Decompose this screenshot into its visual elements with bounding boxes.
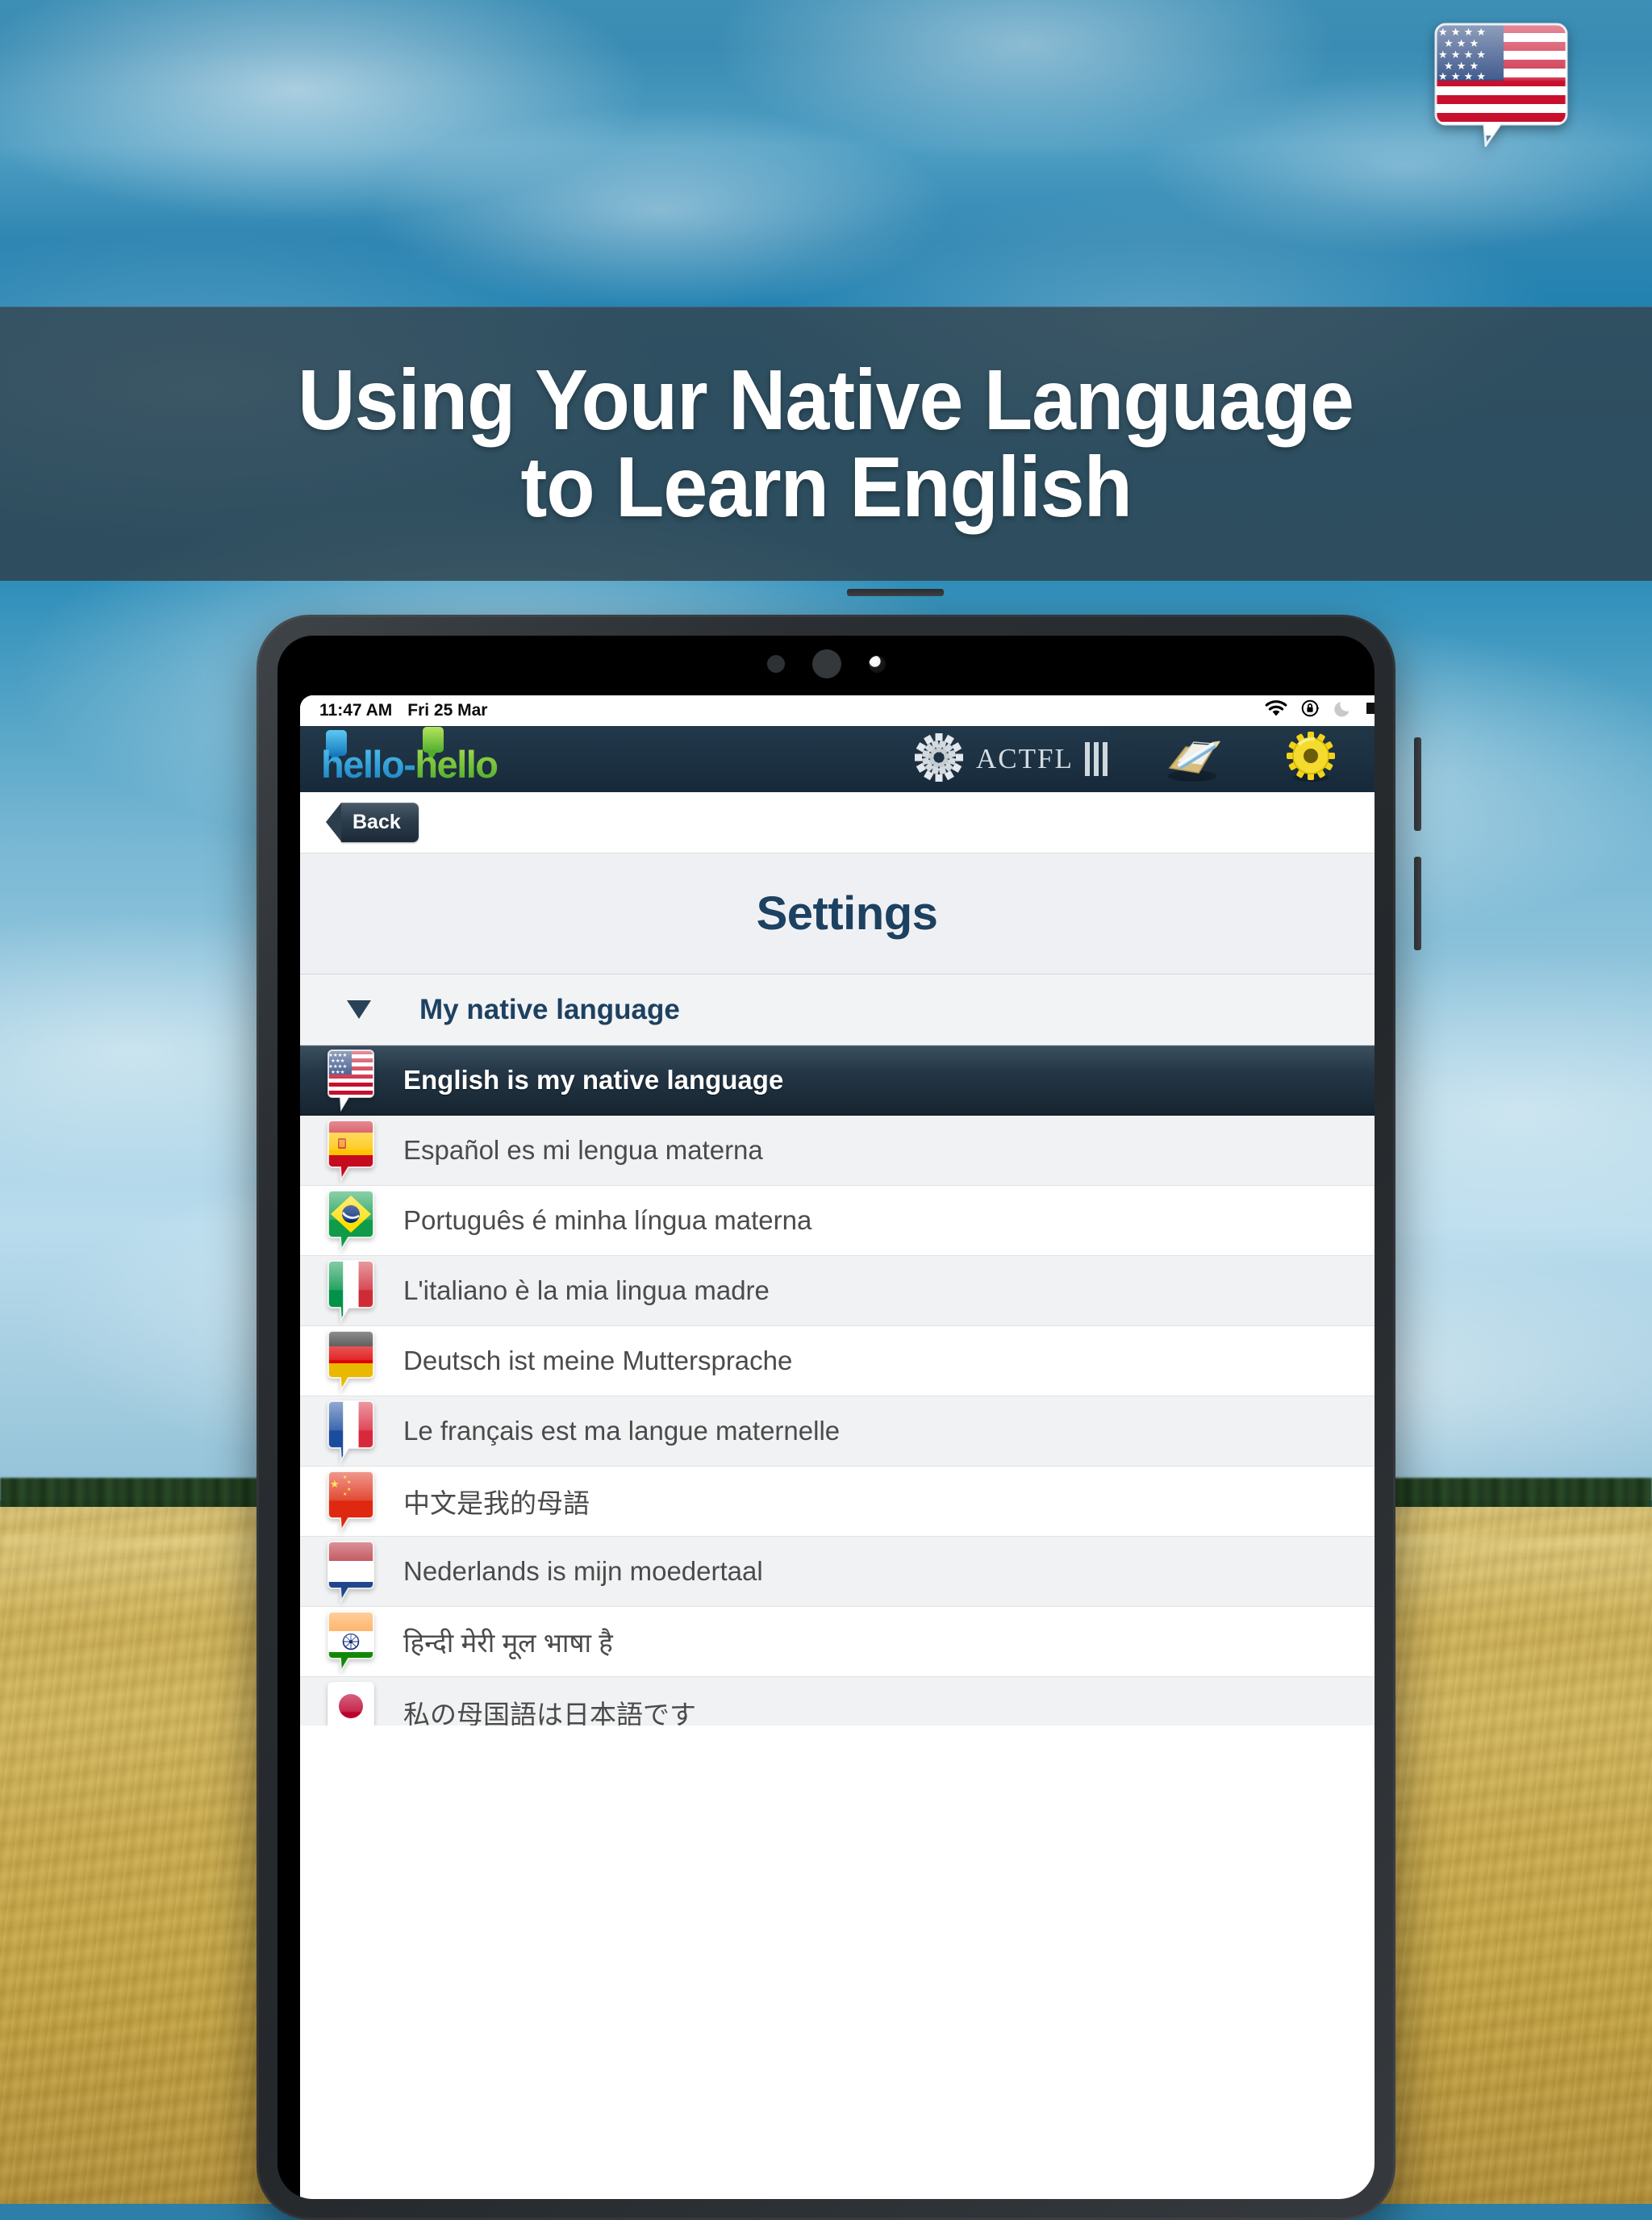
language-row[interactable]: Deutsch ist meine Muttersprache xyxy=(300,1326,1375,1396)
language-row[interactable]: Español es mi lengua materna xyxy=(300,1116,1375,1186)
front-camera xyxy=(868,655,886,673)
language-row[interactable]: L'italiano è la mia lingua madre xyxy=(300,1256,1375,1326)
tablet-screen: 11:47 AM Fri 25 Mar hello - hello ACTFL … xyxy=(300,695,1375,2199)
china-flag-pin-icon: ★★★★★ xyxy=(324,1470,378,1533)
language-row[interactable]: ★★★★★ 中文是我的母語 xyxy=(300,1467,1375,1537)
back-toolbar: Back xyxy=(300,792,1375,853)
us-flag-pin-icon: ★★★★★★★★★★★★★★ xyxy=(324,1049,378,1112)
ambient-light-sensor xyxy=(811,649,841,678)
tablet-bezel: 11:47 AM Fri 25 Mar hello - hello ACTFL … xyxy=(277,636,1375,2199)
promo-headline-banner: Using Your Native Language to Learn Engl… xyxy=(0,307,1652,581)
battery-icon xyxy=(1366,699,1375,722)
status-date: Fri 25 Mar xyxy=(407,701,488,720)
language-row-label: English is my native language xyxy=(403,1065,784,1095)
volume-down-button[interactable] xyxy=(1414,857,1421,950)
do-not-disturb-moon-icon xyxy=(1334,699,1353,723)
chevron-down-icon[interactable] xyxy=(347,1000,371,1019)
language-row[interactable]: ★★★★★★★★★★★★★★ English is my native langu… xyxy=(300,1045,1375,1116)
page-title: Settings xyxy=(756,887,938,940)
language-row[interactable]: 私の母国語は日本語です xyxy=(300,1677,1375,1726)
status-bar: 11:47 AM Fri 25 Mar xyxy=(300,695,1375,726)
language-row[interactable]: हिन्दी मेरी मूल भाषा है xyxy=(300,1607,1375,1677)
actfl-mandala-icon xyxy=(913,732,965,787)
proximity-sensor xyxy=(766,655,785,673)
wifi-icon xyxy=(1265,699,1287,722)
language-row-label: Português é minha língua materna xyxy=(403,1205,812,1235)
status-time: 11:47 AM xyxy=(319,701,393,720)
navbar-icon-group xyxy=(1110,726,1375,792)
language-row[interactable]: Le français est ma langue maternelle xyxy=(300,1396,1375,1467)
headline-line-2: to Learn English xyxy=(520,440,1132,535)
volume-up-button[interactable] xyxy=(1414,737,1421,831)
language-row-label: Nederlands is mijn moedertaal xyxy=(403,1556,763,1586)
hello-hello-logo[interactable]: hello - hello xyxy=(321,727,499,786)
section-header-label: My native language xyxy=(419,993,680,1025)
language-row-label: L'italiano è la mia lingua madre xyxy=(403,1275,770,1305)
japan-flag-pin-icon xyxy=(324,1681,378,1726)
india-flag-pin-icon xyxy=(324,1610,378,1673)
language-row-label: Español es mi lengua materna xyxy=(403,1135,763,1165)
italy-flag-pin-icon xyxy=(324,1259,378,1322)
logo-text-part2: hello xyxy=(415,743,499,786)
rotation-lock-icon xyxy=(1301,699,1320,723)
headline-line-1: Using Your Native Language xyxy=(298,352,1355,448)
logo-text-part1: hello xyxy=(321,743,405,786)
language-row[interactable]: Português é minha língua materna xyxy=(300,1186,1375,1256)
france-flag-pin-icon xyxy=(324,1400,378,1463)
language-row-label: 私の母国語は日本語です xyxy=(403,1700,696,1726)
us-flag-pin-icon: ★ ★ ★ ★ ★ ★ ★ ★ ★ ★ ★ ★ ★ ★ ★ ★ ★ ★ xyxy=(1434,18,1568,149)
germany-flag-pin-icon xyxy=(324,1329,378,1392)
actfl-label: ACTFL xyxy=(976,743,1074,774)
back-button-label: Back xyxy=(353,811,401,833)
language-row-label: हिन्दी मेरी मूल भाषा है xyxy=(403,1627,613,1658)
actfl-bars-icon xyxy=(1084,742,1108,776)
netherlands-flag-pin-icon xyxy=(324,1540,378,1603)
language-list: ★★★★★★★★★★★★★★ English is my native langu… xyxy=(300,1045,1375,1726)
language-row-label: Deutsch ist meine Muttersprache xyxy=(403,1346,793,1375)
bezel-sensor-cluster xyxy=(277,647,1375,681)
language-row-label: 中文是我的母語 xyxy=(403,1488,590,1518)
actfl-badge: ACTFL xyxy=(913,726,1108,792)
power-button[interactable] xyxy=(847,589,944,596)
gear-icon[interactable] xyxy=(1281,729,1341,790)
brazil-flag-pin-icon xyxy=(324,1189,378,1252)
app-navigation-bar: hello - hello ACTFL xyxy=(300,726,1375,792)
notebook-pencil-icon[interactable] xyxy=(1157,729,1226,790)
back-button[interactable]: Back xyxy=(326,803,419,842)
language-row[interactable]: Nederlands is mijn moedertaal xyxy=(300,1537,1375,1607)
spain-flag-pin-icon xyxy=(324,1119,378,1182)
language-row-label: Le français est ma langue maternelle xyxy=(403,1416,841,1446)
tablet-device-frame: 11:47 AM Fri 25 Mar hello - hello ACTFL … xyxy=(257,589,1421,2220)
section-header-my-native-language[interactable]: My native language xyxy=(300,974,1375,1045)
page-title-bar: Settings xyxy=(300,853,1375,974)
logo-text-dash: - xyxy=(403,743,416,786)
